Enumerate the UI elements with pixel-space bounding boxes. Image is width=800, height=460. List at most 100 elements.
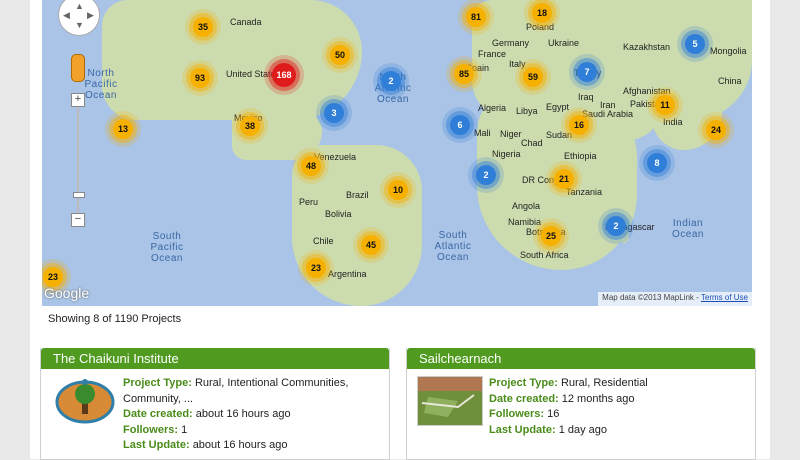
followers-value: 16	[547, 408, 560, 420]
map-cluster-marker[interactable]: 24	[706, 120, 726, 140]
project-photo[interactable]	[417, 376, 483, 426]
country-label: Chile	[313, 236, 334, 246]
ocean-label: Indian Ocean	[672, 218, 704, 240]
project-type-key: Project Type:	[123, 377, 192, 389]
country-label: Argentina	[328, 269, 367, 279]
country-label: Bolivia	[325, 209, 352, 219]
country-label: Tanzania	[566, 187, 603, 197]
map-cluster-marker[interactable]: 50	[330, 45, 350, 65]
pan-control[interactable]: ▲ ◀ ▶ ▼	[58, 0, 100, 36]
country-label: Niger	[500, 129, 522, 139]
country-label: France	[478, 49, 507, 59]
country-label: Italy	[509, 59, 526, 69]
country-label: Brazil	[346, 190, 369, 200]
map-cluster-marker[interactable]: 18	[532, 3, 552, 23]
pan-down-icon[interactable]: ▼	[75, 20, 84, 30]
project-logo[interactable]	[55, 376, 115, 426]
map-cluster-marker[interactable]: 13	[113, 119, 133, 139]
zoom-slider-handle[interactable]	[73, 192, 85, 198]
country-label: Mongolia	[710, 46, 747, 56]
pan-left-icon[interactable]: ◀	[63, 10, 70, 21]
date-created-key: Date created:	[489, 392, 559, 405]
country-label: Venezuela	[314, 152, 357, 162]
zoom-in-button[interactable]: +	[71, 93, 85, 107]
map-cluster-marker[interactable]: 59	[523, 67, 543, 87]
followers-key: Followers:	[123, 423, 179, 436]
followers-key: Followers:	[489, 408, 545, 420]
country-label: China	[718, 76, 742, 86]
project-type-value: Rural, Residential	[560, 377, 648, 389]
map-cluster-marker[interactable]: 2	[476, 165, 496, 185]
project-details: Project Type: Rural, Intentional Communi…	[123, 376, 379, 454]
map-cluster-marker[interactable]: 85	[454, 64, 474, 84]
country-label: Algeria	[478, 103, 507, 113]
country-label: South Africa	[520, 250, 569, 260]
project-title-link[interactable]: Sailchearnach	[407, 348, 755, 369]
project-title-link[interactable]: The Chaikuni Institute	[41, 348, 389, 369]
map-cluster-marker[interactable]: 11	[655, 95, 675, 115]
map-cluster-marker[interactable]: 2	[606, 216, 626, 236]
project-card[interactable]: The Chaikuni Institute Project Type: Rur…	[40, 348, 390, 460]
country-label: Namibia	[508, 217, 542, 227]
ocean-label: South Atlantic Ocean	[434, 230, 472, 263]
map-cluster-marker[interactable]: 5	[685, 34, 705, 54]
ocean-label: South Pacific Ocean	[150, 231, 184, 264]
last-update-value: about 16 hours ago	[192, 439, 288, 451]
map-cluster-marker[interactable]: 2	[381, 71, 401, 91]
pan-right-icon[interactable]: ▶	[87, 10, 94, 21]
map-cluster-marker[interactable]: 16	[569, 115, 589, 135]
google-logo: Google	[44, 285, 90, 301]
date-created-value: 12 months ago	[561, 392, 635, 405]
map-cluster-marker[interactable]: 45	[361, 235, 381, 255]
last-update-key: Last Update:	[489, 423, 556, 436]
page: Canada United States Venezuela Brazil Pe…	[30, 0, 770, 460]
zoom-out-button[interactable]: −	[71, 213, 85, 227]
chaikuni-logo-icon	[55, 379, 115, 424]
map-cluster-marker[interactable]: 48	[301, 156, 321, 176]
country-label: Canada	[230, 17, 262, 27]
country-label: Ethiopia	[564, 151, 597, 161]
map-cluster-marker[interactable]: 6	[450, 115, 470, 135]
country-label: Chad	[521, 138, 543, 148]
map-cluster-marker[interactable]: 25	[541, 226, 561, 246]
map-cluster-marker[interactable]: 7	[577, 62, 597, 82]
map-cluster-marker[interactable]: 81	[466, 7, 486, 27]
country-label: Iraq	[578, 92, 594, 102]
country-label: Kazakhstan	[623, 42, 671, 52]
map-attribution: Map data ©2013 MapLink - Terms of Use	[598, 292, 752, 306]
country-label: Germany	[492, 38, 530, 48]
country-label: Libya	[516, 106, 538, 116]
last-update-value: 1 day ago	[558, 423, 608, 436]
street-view-pegman-icon[interactable]	[71, 54, 85, 82]
country-label: Ukraine	[548, 38, 580, 48]
map-cluster-marker[interactable]: 168	[272, 63, 296, 87]
aerial-photo-image	[418, 377, 482, 425]
attribution-text: Map data ©2013 MapLink -	[602, 293, 701, 302]
map-cluster-marker[interactable]: 23	[306, 258, 326, 278]
date-created-key: Date created:	[123, 408, 193, 420]
country-label: Peru	[299, 197, 319, 207]
last-update-key: Last Update:	[123, 439, 190, 451]
map-cluster-marker[interactable]: 23	[43, 267, 63, 287]
project-details: Project Type: Rural, Residential Date cr…	[489, 376, 745, 438]
map-cluster-marker[interactable]: 3	[324, 103, 344, 123]
map-cluster-marker[interactable]: 8	[647, 153, 667, 173]
country-label: Nigeria	[492, 149, 521, 159]
world-map[interactable]: Canada United States Venezuela Brazil Pe…	[42, 0, 752, 306]
zoom-slider-track[interactable]	[77, 104, 79, 216]
date-created-value: about 16 hours ago	[195, 408, 291, 420]
terms-of-use-link[interactable]: Terms of Use	[701, 293, 748, 302]
country-label: India	[663, 117, 683, 127]
country-label: Sudan	[546, 130, 573, 140]
map-cluster-marker[interactable]: 93	[190, 68, 210, 88]
country-label: Poland	[526, 22, 555, 32]
country-label: Saudi Arabia	[582, 109, 634, 119]
map-cluster-marker[interactable]: 38	[240, 116, 260, 136]
followers-value: 1	[181, 423, 188, 436]
pan-up-icon[interactable]: ▲	[75, 1, 84, 11]
map-cluster-marker[interactable]: 10	[388, 180, 408, 200]
results-count: Showing 8 of 1190 Projects	[48, 313, 182, 325]
project-card[interactable]: Sailchearnach Project Type: Rural, Resid…	[406, 348, 756, 460]
map-cluster-marker[interactable]: 35	[193, 17, 213, 37]
map-cluster-marker[interactable]: 21	[554, 169, 574, 189]
